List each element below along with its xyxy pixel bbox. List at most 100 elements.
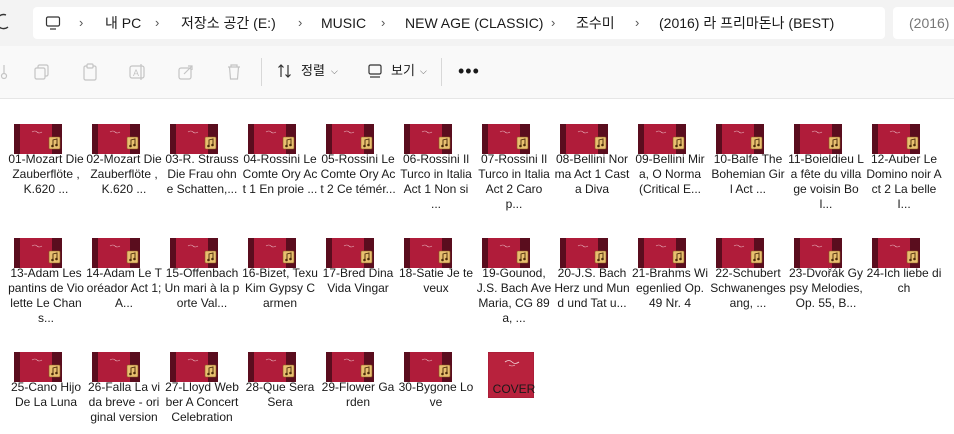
audio-file-item[interactable]: 13-Adam Les pantins de Violette Le Chans… <box>8 238 84 348</box>
chevron-right-icon[interactable]: › <box>79 15 83 31</box>
file-name-label: 09-Bellini Mira, O Norma (Critical E... <box>635 152 705 196</box>
audio-file-item[interactable]: 11-Boieldieu La fête du village voisin B… <box>788 124 864 234</box>
album-art-thumbnail <box>92 124 140 154</box>
audio-file-item[interactable]: 02-Mozart Die Zauberflöte , K.620 ... <box>86 124 162 234</box>
music-note-icon <box>282 250 295 264</box>
chevron-right-icon[interactable]: › <box>381 15 385 31</box>
album-art-thumbnail <box>92 238 140 268</box>
address-bar-row: › 내 PC › 저장소 공간 (E:) › MUSIC › NEW AGE (… <box>0 0 954 46</box>
audio-file-item[interactable]: 06-Rossini Il Turco in Italia Act 1 Non … <box>398 124 474 234</box>
audio-file-item[interactable]: 14-Adam Le Toréador Act 1; A... <box>86 238 162 348</box>
album-art-thumbnail <box>248 352 296 382</box>
svg-text:A: A <box>133 68 139 78</box>
album-art-thumbnail <box>560 124 608 154</box>
audio-file-item[interactable]: 30-Bygone Love <box>398 352 474 434</box>
audio-file-item[interactable]: 16-Bizet, Texu Kim Gypsy Carmen <box>242 238 318 348</box>
music-note-icon <box>750 136 763 150</box>
copy-icon[interactable] <box>33 63 51 81</box>
audio-file-item[interactable]: 18-Satie Je te veux <box>398 238 474 348</box>
breadcrumb-item-new-age[interactable]: NEW AGE (CLASSIC) <box>405 15 543 31</box>
breadcrumb-item-album[interactable]: (2016) 라 프리마돈나 (BEST) <box>659 15 834 31</box>
audio-file-item[interactable]: 10-Balfe The Bohemian Girl Act ... <box>710 124 786 234</box>
music-note-icon <box>828 250 841 264</box>
chevron-right-icon[interactable]: › <box>635 15 639 31</box>
album-art-thumbnail <box>716 124 764 154</box>
more-options-icon[interactable]: ••• <box>458 61 480 82</box>
file-name-label: COVER <box>492 382 536 396</box>
album-art-thumbnail <box>560 238 608 268</box>
audio-file-item[interactable]: 07-Rossini Il Turco in Italia Act 2 Caro… <box>476 124 552 234</box>
music-note-icon <box>906 136 919 150</box>
music-note-icon <box>672 250 685 264</box>
sort-icon <box>278 64 291 78</box>
music-note-icon <box>438 364 451 378</box>
audio-file-item[interactable]: 29-Flower Garden <box>320 352 396 434</box>
audio-file-item[interactable]: 03-R. Strauss Die Frau ohne Schatten,... <box>164 124 240 234</box>
audio-file-item[interactable]: 28-Que Sera Sera <box>242 352 318 434</box>
audio-file-item[interactable]: 09-Bellini Mira, O Norma (Critical E... <box>632 124 708 234</box>
file-name-label: 04-Rossini Le Comte Ory Act 1 En proie .… <box>242 152 318 196</box>
audio-file-item[interactable]: 17-Bred Dina Vida Vingar <box>320 238 396 348</box>
chevron-right-icon[interactable]: › <box>551 15 555 31</box>
audio-file-item[interactable]: 20-J.S. Bach Herz und Mund und Tat u... <box>554 238 630 348</box>
share-icon[interactable] <box>177 63 195 81</box>
music-note-icon <box>360 136 373 150</box>
view-button[interactable]: 보기 ⌵ <box>367 60 429 82</box>
album-art-thumbnail <box>638 124 686 154</box>
audio-file-item[interactable]: 26-Falla La vida breve - original versio… <box>86 352 162 434</box>
delete-icon[interactable] <box>225 63 243 81</box>
music-note-icon <box>438 250 451 264</box>
music-note-icon <box>204 136 217 150</box>
file-name-label: 24-Ich liebe dich <box>866 266 942 295</box>
audio-file-item[interactable]: 24-Ich liebe dich <box>866 238 942 348</box>
album-art-thumbnail <box>326 124 374 154</box>
audio-file-item[interactable]: 05-Rossini Le Comte Ory Act 2 Ce témér..… <box>320 124 396 234</box>
view-label: 보기 <box>391 63 415 78</box>
audio-file-item[interactable]: 27-Lloyd Webber A Concert Celebration <box>164 352 240 434</box>
file-name-label: 29-Flower Garden <box>321 380 395 409</box>
music-note-icon <box>126 364 139 378</box>
file-name-label: 30-Bygone Love <box>398 380 474 409</box>
audio-file-item[interactable]: 22-Schubert Schwanengesang, ... <box>710 238 786 348</box>
audio-file-item[interactable]: 15-Offenbach Un mari à la porte Val... <box>164 238 240 348</box>
music-note-icon <box>516 136 529 150</box>
refresh-icon[interactable] <box>0 12 12 32</box>
computer-icon[interactable] <box>45 15 61 31</box>
address-bar[interactable]: › 내 PC › 저장소 공간 (E:) › MUSIC › NEW AGE (… <box>33 7 885 39</box>
search-input[interactable]: (2016) <box>909 15 949 31</box>
breadcrumb-item-this-pc[interactable]: 내 PC <box>105 15 141 31</box>
audio-file-item[interactable]: 01-Mozart Die Zauberflöte , K.620 ... <box>8 124 84 234</box>
audio-file-item[interactable]: 08-Bellini Norma Act 1 Casta Diva <box>554 124 630 234</box>
sort-label: 정렬 <box>301 63 325 78</box>
album-art-thumbnail <box>872 238 920 268</box>
music-note-icon <box>438 136 451 150</box>
music-note-icon <box>516 250 529 264</box>
search-box[interactable]: (2016) <box>893 7 954 39</box>
audio-file-item[interactable]: 21-Brahms Wiegenlied Op. 49 Nr. 4 <box>632 238 708 348</box>
paste-icon[interactable] <box>81 63 99 81</box>
file-name-label: 22-Schubert Schwanengesang, ... <box>710 266 786 310</box>
audio-file-item[interactable]: 12-Auber Le Domino noir Act 2 La belle I… <box>866 124 942 234</box>
music-note-icon <box>672 136 685 150</box>
album-art-thumbnail <box>404 124 452 154</box>
cut-icon[interactable] <box>0 63 10 81</box>
breadcrumb-item-drive[interactable]: 저장소 공간 (E:) <box>181 15 276 31</box>
album-art-thumbnail <box>482 238 530 268</box>
sort-button[interactable]: 정렬 ⌵ <box>277 60 339 82</box>
audio-file-item[interactable]: 23-Dvořák Gypsy Melodies, Op. 55, B... <box>788 238 864 348</box>
audio-file-item[interactable]: 19-Gounod, J.S. Bach Ave Maria, CG 89a, … <box>476 238 552 348</box>
breadcrumb-item-music[interactable]: MUSIC <box>321 15 366 31</box>
chevron-right-icon[interactable]: › <box>298 15 302 31</box>
file-name-label: 03-R. Strauss Die Frau ohne Schatten,... <box>165 152 239 196</box>
chevron-down-icon: ⌵ <box>331 66 338 76</box>
file-name-label: 15-Offenbach Un mari à la porte Val... <box>164 266 240 310</box>
music-note-icon <box>48 250 61 264</box>
music-note-icon <box>282 364 295 378</box>
rename-icon[interactable]: A <box>129 63 147 81</box>
chevron-right-icon[interactable]: › <box>155 15 159 31</box>
audio-file-item[interactable]: 04-Rossini Le Comte Ory Act 1 En proie .… <box>242 124 318 234</box>
image-file-item[interactable]: COVER <box>476 351 552 434</box>
music-note-icon <box>906 250 919 264</box>
breadcrumb-item-artist[interactable]: 조수미 <box>576 15 615 31</box>
audio-file-item[interactable]: 25-Cano Hijo De La Luna <box>8 352 84 434</box>
